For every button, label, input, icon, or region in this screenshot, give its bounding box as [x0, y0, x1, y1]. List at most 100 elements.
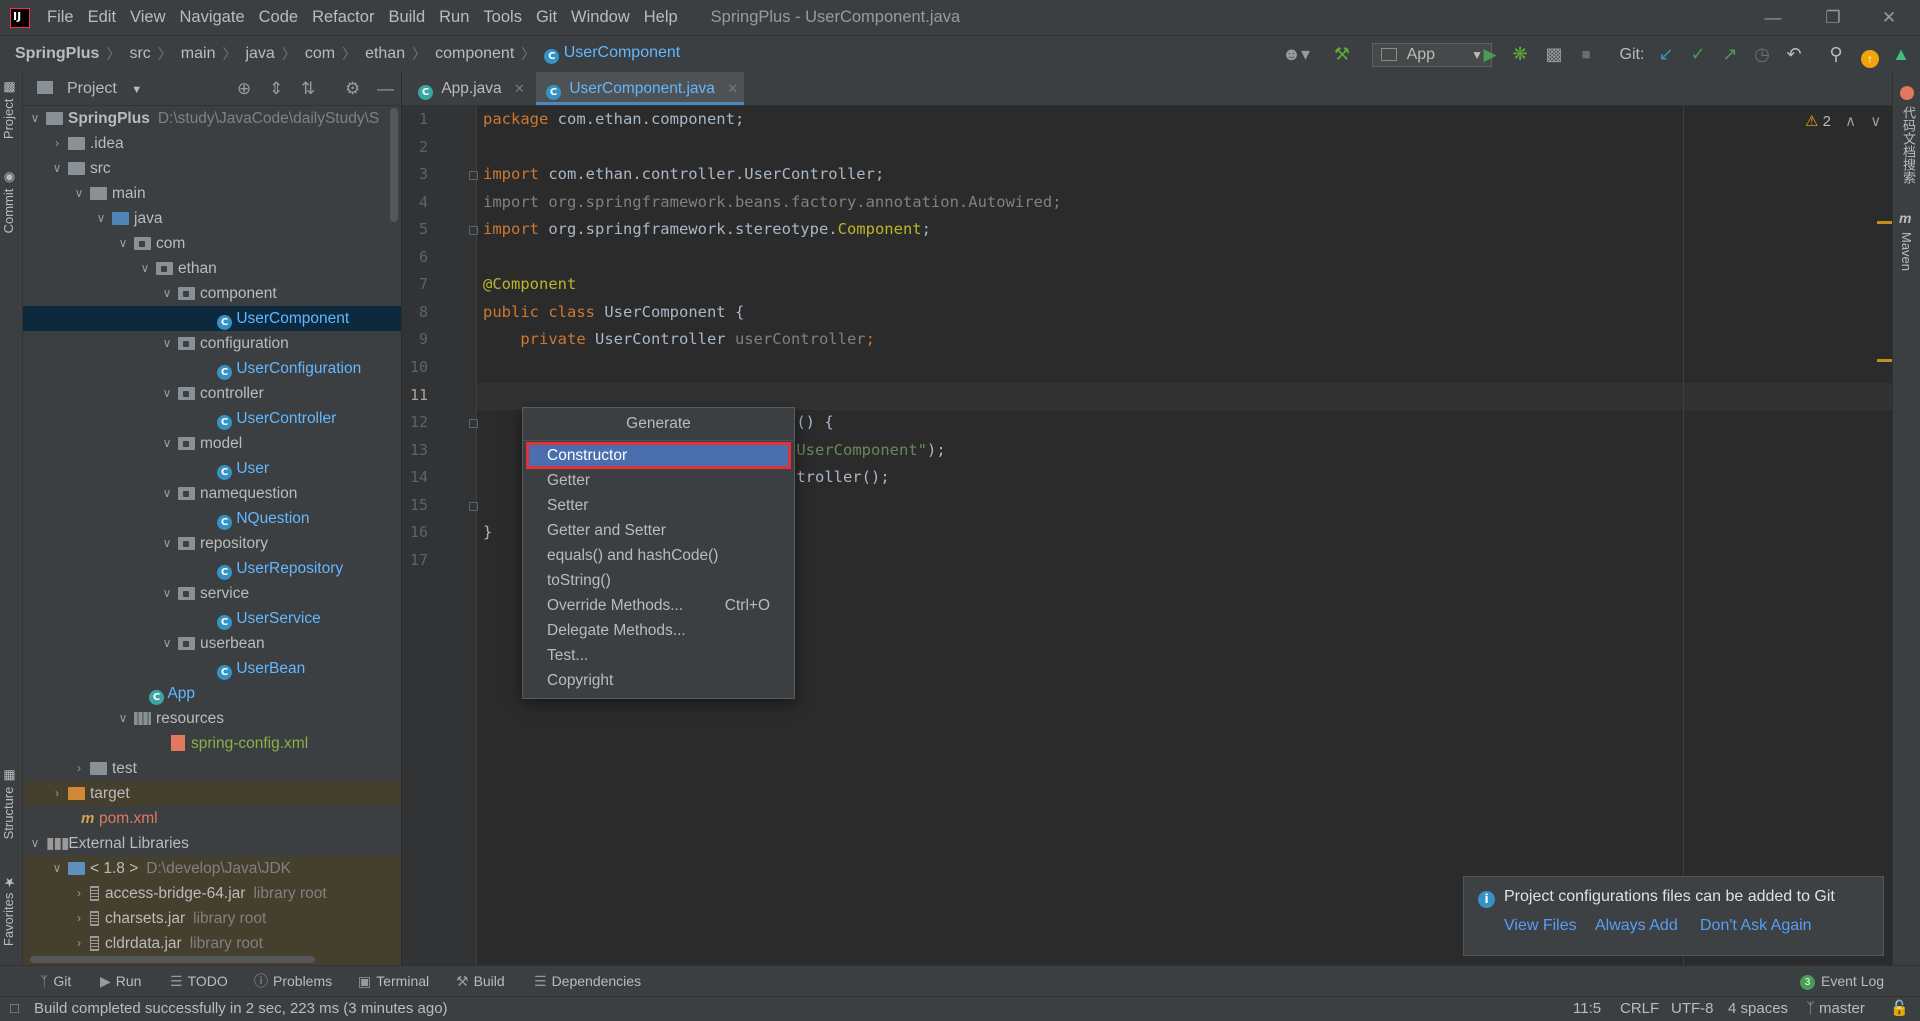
todo-tool-button[interactable]: ☰ TODO: [170, 966, 228, 996]
user-icon[interactable]: ☻▾: [1276, 36, 1316, 73]
close-tab-icon[interactable]: ✕: [727, 81, 738, 96]
tree-row-configuration[interactable]: ∨ configuration: [23, 331, 401, 356]
dont-ask-again-link[interactable]: Don't Ask Again: [1700, 917, 1812, 935]
fold-marker-icon[interactable]: [469, 419, 478, 428]
close-icon[interactable]: ✕: [1866, 0, 1912, 35]
chevron-down-icon[interactable]: ∨: [161, 331, 173, 356]
commit-stripe-tab[interactable]: Commit ◉: [1, 170, 16, 233]
problems-tool-button[interactable]: ⓘ Problems: [254, 966, 332, 996]
tree-row-service[interactable]: ∨ service: [23, 581, 401, 606]
chevron-down-icon[interactable]: ∨: [161, 381, 173, 406]
inspection-widget[interactable]: ⚠ 2 ∧ ∨: [1805, 112, 1881, 130]
git-tool-button[interactable]: ᛉ Git: [40, 966, 71, 996]
breadcrumb-com[interactable]: com: [296, 45, 335, 63]
tree-row-main[interactable]: ∨ main: [23, 181, 401, 206]
run-icon[interactable]: ▶: [1477, 36, 1503, 73]
file-encoding[interactable]: UTF-8: [1671, 997, 1714, 1021]
menu-navigate[interactable]: Navigate: [173, 0, 252, 35]
chevron-right-icon[interactable]: ›: [73, 756, 85, 781]
chevron-down-icon[interactable]: ∨: [161, 431, 173, 456]
rollback-icon[interactable]: ↶: [1782, 36, 1806, 73]
tree-horizontal-scrollbar[interactable]: [30, 956, 315, 963]
breadcrumb-java[interactable]: java: [236, 45, 274, 63]
event-log-button[interactable]: 3 Event Log: [1800, 966, 1884, 996]
popup-item-getter-and-setter[interactable]: Getter and Setter: [527, 518, 790, 543]
minimize-icon[interactable]: —: [1750, 0, 1796, 35]
view-files-link[interactable]: View Files: [1504, 917, 1577, 935]
chevron-right-icon[interactable]: ›: [51, 131, 63, 156]
tree-row-test[interactable]: › test: [23, 756, 401, 781]
locate-icon[interactable]: ⊕: [237, 72, 251, 106]
git-branch[interactable]: ᛉ master: [1806, 997, 1865, 1021]
history-icon[interactable]: ◷: [1750, 36, 1774, 73]
popup-item-equals-hashcode[interactable]: equals() and hashCode(): [527, 543, 790, 568]
git-commit-icon[interactable]: ✓: [1686, 36, 1710, 73]
tree-row-namequestion[interactable]: ∨ namequestion: [23, 481, 401, 506]
chevron-down-icon[interactable]: ∨: [29, 831, 41, 856]
chevron-down-icon[interactable]: ∨: [95, 206, 107, 231]
line-separator[interactable]: CRLF: [1620, 997, 1659, 1021]
tab-app-java[interactable]: C App.java ✕: [412, 72, 532, 105]
menu-file[interactable]: File: [40, 0, 81, 35]
expand-all-icon[interactable]: ⇕: [269, 72, 283, 106]
tree-row-model[interactable]: ∨ model: [23, 431, 401, 456]
lock-icon[interactable]: 🔓: [1890, 997, 1909, 1021]
chevron-down-icon[interactable]: ∨: [73, 181, 85, 206]
breadcrumb-src[interactable]: src: [120, 45, 150, 63]
menu-edit[interactable]: Edit: [81, 0, 123, 35]
tree-row-app[interactable]: C App: [23, 681, 401, 706]
terminal-tool-button[interactable]: ▣ Terminal: [358, 966, 429, 996]
chevron-down-icon[interactable]: ∨: [161, 481, 173, 506]
chevron-down-icon[interactable]: ∨: [51, 856, 63, 881]
gear-icon[interactable]: ⚙: [345, 72, 360, 106]
popup-item-override-methods[interactable]: Override Methods... Ctrl+O: [527, 593, 790, 618]
chevron-up-icon[interactable]: ∧: [1845, 113, 1856, 130]
code-doc-search-tab[interactable]: 代码文档搜索: [1899, 106, 1918, 184]
run-tool-button[interactable]: ▶ Run: [100, 966, 141, 996]
chevron-right-icon[interactable]: ›: [73, 881, 85, 906]
build-hammer-icon[interactable]: ⚒: [1330, 36, 1354, 73]
chevron-down-icon[interactable]: ∨: [29, 106, 41, 131]
breadcrumb-project[interactable]: SpringPlus: [0, 45, 99, 63]
chevron-right-icon[interactable]: ›: [73, 906, 85, 931]
close-tab-icon[interactable]: ✕: [514, 81, 525, 96]
tree-row-usercomponent[interactable]: C UserComponent: [23, 306, 401, 331]
tree-row-userservice[interactable]: C UserService: [23, 606, 401, 631]
tree-row-controller[interactable]: ∨ controller: [23, 381, 401, 406]
fold-marker-icon[interactable]: [469, 226, 478, 235]
tree-row-nquestion[interactable]: C NQuestion: [23, 506, 401, 531]
popup-item-getter[interactable]: Getter: [527, 468, 790, 493]
caret-position[interactable]: 11:5: [1573, 997, 1601, 1021]
coverage-icon[interactable]: ▩: [1542, 36, 1566, 73]
tree-row-target[interactable]: › target: [23, 781, 401, 806]
breadcrumb-ethan[interactable]: ethan: [356, 45, 405, 63]
tree-row-cldrdata[interactable]: › cldrdata.jar library root: [23, 931, 401, 956]
menu-git[interactable]: Git: [529, 0, 564, 35]
popup-item-constructor[interactable]: Constructor: [526, 442, 791, 469]
tree-row-external-libraries[interactable]: ∨ ▮▮▮ External Libraries: [23, 831, 401, 856]
status-toggle-icon[interactable]: □: [10, 997, 19, 1021]
fold-marker-icon[interactable]: [469, 502, 478, 511]
tree-row-usercontroller[interactable]: C UserController: [23, 406, 401, 431]
dependencies-tool-button[interactable]: ☰ Dependencies: [534, 966, 641, 996]
menu-help[interactable]: Help: [637, 0, 685, 35]
stop-icon[interactable]: ■: [1574, 36, 1598, 73]
tree-row-userbean-package[interactable]: ∨ userbean: [23, 631, 401, 656]
chevron-down-icon[interactable]: ∨: [161, 581, 173, 606]
tree-row-component[interactable]: ∨ component: [23, 281, 401, 306]
hide-panel-icon[interactable]: —: [377, 72, 394, 106]
tree-row-java[interactable]: ∨ java: [23, 206, 401, 231]
indent-setting[interactable]: 4 spaces: [1728, 997, 1788, 1021]
menu-build[interactable]: Build: [381, 0, 432, 35]
tree-row-repository[interactable]: ∨ repository: [23, 531, 401, 556]
chevron-down-icon[interactable]: ∨: [161, 281, 173, 306]
maven-tab[interactable]: Maven: [1899, 232, 1914, 271]
tree-row-userrepository[interactable]: C UserRepository: [23, 556, 401, 581]
chevron-right-icon[interactable]: ›: [51, 781, 63, 806]
git-push-icon[interactable]: ↗: [1718, 36, 1742, 73]
breadcrumb-main[interactable]: main: [172, 45, 216, 63]
git-update-icon[interactable]: ↙: [1654, 36, 1678, 73]
restore-icon[interactable]: ❐: [1810, 0, 1856, 35]
menu-refactor[interactable]: Refactor: [305, 0, 381, 35]
tree-row-charsets[interactable]: › charsets.jar library root: [23, 906, 401, 931]
